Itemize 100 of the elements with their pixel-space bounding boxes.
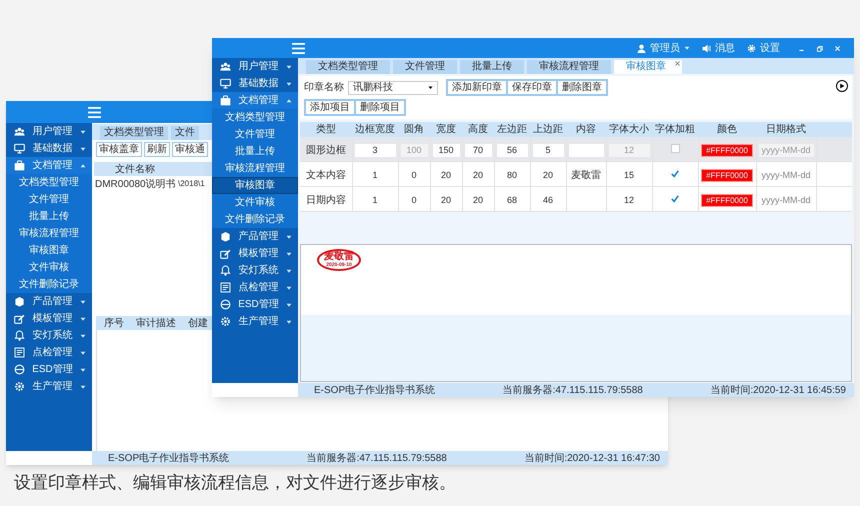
tab[interactable]: 文档类型管理	[306, 60, 390, 74]
monitor-icon	[220, 78, 231, 89]
input-field[interactable]: 3	[354, 144, 396, 158]
column-header: 圆角	[398, 122, 430, 137]
settings-icon	[747, 44, 756, 52]
tab[interactable]: 文件	[171, 126, 199, 140]
table-cell: 20	[440, 195, 451, 205]
input-field[interactable]: 56	[496, 144, 528, 158]
monitor-icon	[14, 143, 25, 154]
input-field[interactable]	[568, 144, 604, 158]
table-cell: 68	[506, 195, 517, 205]
user-menu[interactable]: 管理员	[637, 40, 690, 56]
edit-icon	[220, 248, 231, 259]
column-header: 边框宽度	[352, 122, 398, 137]
box-icon	[14, 296, 25, 307]
minus-circle-icon	[220, 299, 231, 310]
toolbar-button[interactable]: 审核盖章	[96, 142, 142, 157]
toolbar-button[interactable]: 删除图章	[557, 80, 607, 95]
caret-icon	[80, 146, 86, 152]
table-cell: 20	[472, 170, 483, 180]
column-header: 宽度	[430, 122, 462, 137]
table-row[interactable]: 文本内容 1 0 20 20 80 20 麦敬雷 15 #FFFF0000 yyyy-MM-dd	[300, 162, 852, 186]
sidebar-subitem[interactable]: 文件删除记录	[212, 211, 298, 228]
bell-icon	[220, 265, 231, 276]
caret-icon	[80, 298, 86, 304]
speaker-icon	[702, 44, 711, 52]
toolbar-button[interactable]: 删除项目	[355, 100, 405, 115]
table-row[interactable]: 圆形边框 3 100 150 70 56 5 12 #FFFF0000 yyyy-MM-dd	[300, 137, 852, 162]
toolbar-button[interactable]: 刷新	[144, 142, 170, 157]
sidebar-item[interactable]: 文档管理	[6, 157, 92, 174]
sidebar-item[interactable]: 文档管理	[212, 92, 298, 109]
play-button[interactable]	[836, 80, 848, 92]
sidebar-subitem[interactable]: 文件审核	[6, 259, 92, 276]
tab[interactable]: 审核图章	[614, 60, 682, 74]
table-cell: 20	[472, 195, 483, 205]
current-time: 当前时间:2020-12-31 16:45:59	[710, 384, 846, 398]
caret-icon	[286, 234, 292, 240]
settings-button[interactable]: 设置	[747, 40, 780, 56]
box-icon	[220, 231, 231, 242]
sidebar-subitem[interactable]: 文件管理	[6, 191, 92, 208]
table-cell-text: DMR00080说明书	[94, 178, 176, 192]
sidebar-subitem[interactable]: 文档类型管理	[212, 109, 298, 126]
close-icon	[834, 44, 840, 52]
edit-icon	[14, 313, 25, 324]
column-header: 类型	[300, 122, 352, 137]
column-header: 字体加粗	[652, 122, 698, 137]
caret-icon	[286, 250, 292, 256]
bell-icon	[14, 330, 25, 341]
column-header: 颜色	[698, 122, 756, 137]
table-cell: 80	[506, 170, 517, 180]
sidebar-subitem[interactable]: 批量上传	[212, 143, 298, 160]
table-cell: yyyy-MM-dd	[762, 170, 810, 180]
tab[interactable]: 审核流程管理	[527, 60, 611, 74]
field-label: 印章名称	[304, 80, 344, 95]
tab[interactable]: 文档类型管理	[100, 126, 168, 140]
caret-icon	[80, 128, 86, 134]
sidebar-subitem[interactable]: 审核流程管理	[6, 225, 92, 242]
caret-icon	[684, 45, 690, 51]
toolbar-button[interactable]: 审核通	[172, 142, 208, 157]
column-header: 序号	[104, 316, 124, 330]
table-row[interactable]: 日期内容 1 0 20 20 68 46 12 #FFFF0000 yyyy-MM-dd	[300, 186, 852, 212]
server-address: 当前服务器:47.115.115.79:5588	[502, 384, 643, 398]
input-field[interactable]: 150	[432, 144, 460, 158]
briefcase-icon	[220, 95, 231, 106]
input-field[interactable]: 5	[532, 144, 564, 158]
sidebar-subitem[interactable]: 文件管理	[212, 126, 298, 143]
sidebar-subitem[interactable]: 审核图章	[212, 177, 298, 194]
toolbar-button[interactable]: 保存印章	[507, 80, 557, 95]
table-cell: yyyy-MM-dd	[762, 195, 810, 205]
input-field[interactable]: 70	[464, 144, 492, 158]
restore-icon	[816, 44, 822, 52]
minus-circle-icon	[14, 364, 25, 375]
sidebar-subitem[interactable]: 审核流程管理	[212, 160, 298, 177]
caption: 设置印章样式、编辑审核流程信息，对文件进行逐步审核。	[14, 472, 456, 494]
server-address: 当前服务器:47.115.115.79:5588	[306, 452, 447, 466]
sidebar-subitem[interactable]: 审核图章	[6, 242, 92, 259]
tab[interactable]: 批量上传	[460, 60, 524, 74]
messages-button[interactable]: 消息	[702, 40, 735, 56]
users-icon	[14, 126, 25, 137]
sidebar-subitem[interactable]: 文件审核	[212, 194, 298, 211]
caret-icon	[286, 284, 292, 290]
caret-icon	[80, 350, 86, 356]
caret-icon	[80, 366, 86, 372]
sidebar-subitem[interactable]: 批量上传	[6, 208, 92, 225]
user-icon	[637, 44, 646, 52]
sidebar-subitem[interactable]: 文件删除记录	[6, 276, 92, 293]
column-header: 高度	[462, 122, 494, 137]
tab[interactable]: 文件管理	[393, 60, 457, 74]
table-cell: 圆形边框	[306, 145, 346, 156]
close-icon	[675, 61, 680, 66]
gear-icon	[220, 316, 231, 327]
color-tag: #FFFF0000	[701, 194, 753, 207]
column-header: 日期格式	[756, 122, 816, 137]
sidebar-subitem[interactable]: 文档类型管理	[6, 174, 92, 191]
table-cell-text: \2018\1	[177, 178, 205, 190]
checkbox[interactable]	[670, 144, 680, 154]
toolbar-button[interactable]: 添加新印章	[447, 80, 507, 95]
table-cell: 12	[624, 195, 634, 205]
toolbar-button[interactable]: 添加项目	[305, 100, 355, 115]
stamp-select[interactable]: 讯鹏科技	[348, 80, 438, 94]
